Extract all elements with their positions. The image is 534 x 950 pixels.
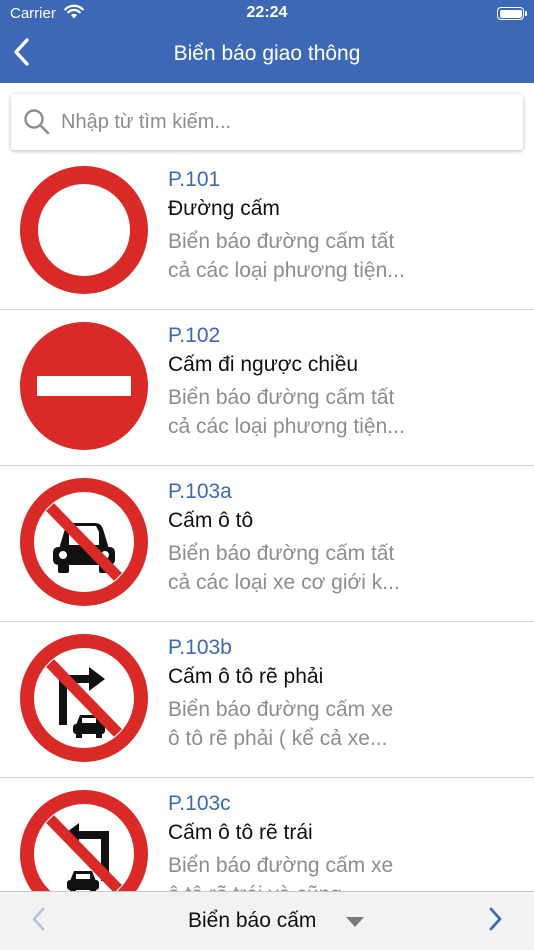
list-item[interactable]: P.103b Cấm ô tô rẽ phải Biển báo đường c… <box>0 622 534 778</box>
header: Carrier 22:24 Biển báo giao thông <box>0 0 534 83</box>
item-text: P.103c Cấm ô tô rẽ trái Biển báo đường c… <box>168 790 528 891</box>
list-item[interactable]: P.102 Cấm đi ngược chiều Biển báo đường … <box>0 310 534 466</box>
item-text: P.101 Đường cấm Biển báo đường cấm tất c… <box>168 166 528 285</box>
list-item[interactable]: P.103a Cấm ô tô Biển báo đường cấm tất c… <box>0 466 534 622</box>
search-box[interactable] <box>11 94 523 150</box>
page-title: Biển báo giao thông <box>173 42 361 65</box>
sign-description: Biển báo đường cấm tất cả các loại phươn… <box>168 383 528 441</box>
description-line: ô tô rẽ trái và cũng... <box>168 880 528 891</box>
no-car-right-turn-sign-icon <box>20 634 148 762</box>
prev-button[interactable] <box>26 904 52 934</box>
sign-description: Biển báo đường cấm tất cả các loại xe cơ… <box>168 539 528 597</box>
sign-list: P.101 Đường cấm Biển báo đường cấm tất c… <box>0 154 534 891</box>
sign-name: Đường cấm <box>168 197 280 220</box>
status-time: 22:24 <box>246 4 288 21</box>
description-line: Biển báo đường cấm tất <box>168 386 395 409</box>
description-line: ô tô rẽ phải ( kể cả xe... <box>168 727 388 750</box>
sign-code: P.101 <box>168 168 221 191</box>
status-bar: Carrier 22:24 <box>0 0 534 28</box>
description-line: cả các loại phương tiện... <box>168 415 405 438</box>
sign-code: P.102 <box>168 324 221 347</box>
description-line: Biển báo đường cấm xe <box>168 854 394 877</box>
search-input[interactable] <box>61 94 511 150</box>
no-entry-sign-icon <box>20 322 148 450</box>
item-text: P.103a Cấm ô tô Biển báo đường cấm tất c… <box>168 478 528 597</box>
sign-code: P.103c <box>168 792 231 815</box>
chevron-left-icon <box>32 907 45 931</box>
sign-description: Biển báo đường cấm xe ô tô rẽ phải ( kể … <box>168 695 528 753</box>
bottom-toolbar: Biển báo cấm <box>0 891 534 950</box>
search-bar <box>0 83 534 154</box>
description-line: Biển báo đường cấm tất <box>168 230 395 253</box>
sign-description: Biển báo đường cấm tất cả các loại phươn… <box>168 227 528 285</box>
description-line: cả các loại phương tiện... <box>168 259 405 282</box>
description-line: Biển báo đường cấm xe <box>168 698 394 721</box>
triangle-down-icon <box>346 917 364 927</box>
sign-code: P.103b <box>168 636 232 659</box>
next-button[interactable] <box>482 904 508 934</box>
category-select[interactable]: Biển báo cấm <box>180 902 370 938</box>
item-text: P.103b Cấm ô tô rẽ phải Biển báo đường c… <box>168 634 528 753</box>
list-item[interactable]: P.101 Đường cấm Biển báo đường cấm tất c… <box>0 154 534 310</box>
nav-bar: Biển báo giao thông <box>0 28 534 83</box>
list-item[interactable]: P.103c Cấm ô tô rẽ trái Biển báo đường c… <box>0 778 534 891</box>
description-line: cả các loại xe cơ giới k... <box>168 571 400 594</box>
no-cars-sign-icon <box>20 478 148 606</box>
battery-icon <box>497 7 527 20</box>
item-text: P.102 Cấm đi ngược chiều Biển báo đường … <box>168 322 528 441</box>
no-car-left-turn-sign-icon <box>20 790 148 891</box>
sign-name: Cấm đi ngược chiều <box>168 353 359 376</box>
sign-name: Cấm ô tô rẽ phải <box>168 665 324 688</box>
description-line: Biển báo đường cấm tất <box>168 542 395 565</box>
sign-description: Biển báo đường cấm xe ô tô rẽ trái và cũ… <box>168 851 528 891</box>
sign-name: Cấm ô tô rẽ trái <box>168 821 313 844</box>
search-icon <box>24 109 50 135</box>
sign-code: P.103a <box>168 480 232 503</box>
no-entry-all-vehicles-sign-icon <box>20 166 148 294</box>
chevron-right-icon <box>489 907 502 931</box>
sign-name: Cấm ô tô <box>168 509 254 532</box>
category-label: Biển báo cấm <box>188 909 317 932</box>
